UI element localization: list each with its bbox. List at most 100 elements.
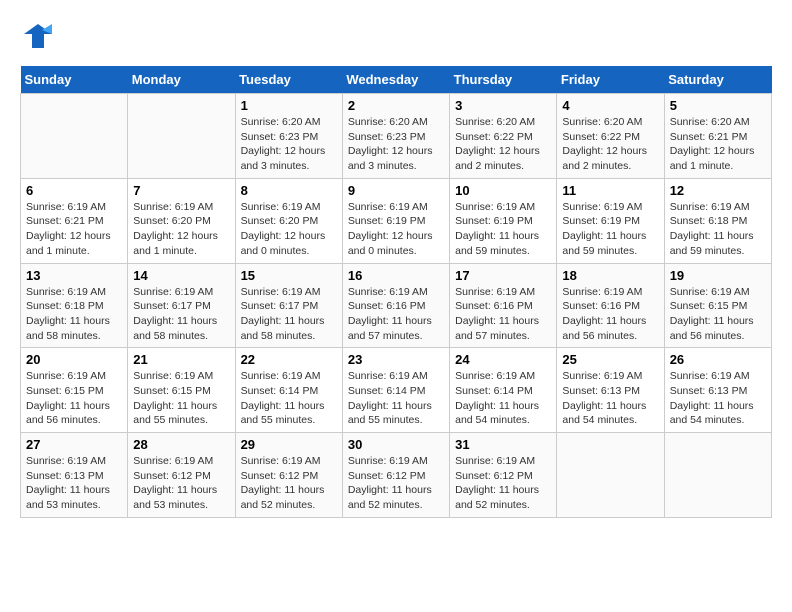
day-info: Sunrise: 6:19 AMSunset: 6:13 PMDaylight:… <box>26 454 122 513</box>
calendar-cell: 10 Sunrise: 6:19 AMSunset: 6:19 PMDayligh… <box>450 178 557 263</box>
calendar-cell: 21Sunrise: 6:19 AMSunset: 6:15 PMDayligh… <box>128 348 235 433</box>
day-info: Sunrise: 6:19 AMSunset: 6:13 PMDaylight:… <box>562 369 658 428</box>
day-number: 23 <box>348 352 444 367</box>
day-number: 21 <box>133 352 229 367</box>
day-info: Sunrise: 6:19 AMSunset: 6:16 PMDaylight:… <box>562 285 658 344</box>
day-info: Sunrise: 6:19 AMSunset: 6:20 PMDaylight:… <box>133 200 229 259</box>
day-number: 9 <box>348 183 444 198</box>
day-info: Sunrise: 6:19 AMSunset: 6:12 PMDaylight:… <box>241 454 337 513</box>
day-number: 13 <box>26 268 122 283</box>
day-info: Sunrise: 6:19 AMSunset: 6:19 PMDaylight:… <box>348 200 444 259</box>
day-info: Sunrise: 6:19 AMSunset: 6:16 PMDaylight:… <box>348 285 444 344</box>
calendar-cell: 9 Sunrise: 6:19 AMSunset: 6:19 PMDaylight… <box>342 178 449 263</box>
header-friday: Friday <box>557 66 664 94</box>
day-info: Sunrise: 6:19 AMSunset: 6:17 PMDaylight:… <box>241 285 337 344</box>
calendar-cell: 26Sunrise: 6:19 AMSunset: 6:13 PMDayligh… <box>664 348 771 433</box>
day-info: Sunrise: 6:20 AMSunset: 6:22 PMDaylight:… <box>562 115 658 174</box>
day-info: Sunrise: 6:20 AMSunset: 6:23 PMDaylight:… <box>241 115 337 174</box>
day-info: Sunrise: 6:19 AMSunset: 6:12 PMDaylight:… <box>348 454 444 513</box>
day-number: 16 <box>348 268 444 283</box>
calendar-cell <box>128 94 235 179</box>
day-number: 1 <box>241 98 337 113</box>
day-number: 24 <box>455 352 551 367</box>
day-number: 29 <box>241 437 337 452</box>
calendar-cell: 16 Sunrise: 6:19 AMSunset: 6:16 PMDayligh… <box>342 263 449 348</box>
day-number: 7 <box>133 183 229 198</box>
day-number: 18 <box>562 268 658 283</box>
day-info: Sunrise: 6:19 AMSunset: 6:14 PMDaylight:… <box>455 369 551 428</box>
day-number: 31 <box>455 437 551 452</box>
day-info: Sunrise: 6:19 AMSunset: 6:20 PMDaylight:… <box>241 200 337 259</box>
day-number: 5 <box>670 98 766 113</box>
week-row-2: 6 Sunrise: 6:19 AMSunset: 6:21 PMDaylight… <box>21 178 772 263</box>
day-number: 19 <box>670 268 766 283</box>
header-tuesday: Tuesday <box>235 66 342 94</box>
day-number: 28 <box>133 437 229 452</box>
day-number: 6 <box>26 183 122 198</box>
week-row-1: 1 Sunrise: 6:20 AMSunset: 6:23 PMDaylight… <box>21 94 772 179</box>
day-info: Sunrise: 6:20 AMSunset: 6:21 PMDaylight:… <box>670 115 766 174</box>
calendar-cell: 8 Sunrise: 6:19 AMSunset: 6:20 PMDaylight… <box>235 178 342 263</box>
day-info: Sunrise: 6:19 AMSunset: 6:16 PMDaylight:… <box>455 285 551 344</box>
day-info: Sunrise: 6:19 AMSunset: 6:14 PMDaylight:… <box>241 369 337 428</box>
day-number: 27 <box>26 437 122 452</box>
header-thursday: Thursday <box>450 66 557 94</box>
calendar-cell: 4 Sunrise: 6:20 AMSunset: 6:22 PMDaylight… <box>557 94 664 179</box>
week-row-3: 13 Sunrise: 6:19 AMSunset: 6:18 PMDayligh… <box>21 263 772 348</box>
calendar-cell: 17Sunrise: 6:19 AMSunset: 6:16 PMDayligh… <box>450 263 557 348</box>
calendar-cell: 28Sunrise: 6:19 AMSunset: 6:12 PMDayligh… <box>128 433 235 518</box>
day-number: 2 <box>348 98 444 113</box>
calendar-cell: 6 Sunrise: 6:19 AMSunset: 6:21 PMDaylight… <box>21 178 128 263</box>
calendar-cell: 23 Sunrise: 6:19 AMSunset: 6:14 PMDayligh… <box>342 348 449 433</box>
day-info: Sunrise: 6:19 AMSunset: 6:17 PMDaylight:… <box>133 285 229 344</box>
calendar-cell: 7 Sunrise: 6:19 AMSunset: 6:20 PMDaylight… <box>128 178 235 263</box>
week-row-4: 20Sunrise: 6:19 AMSunset: 6:15 PMDayligh… <box>21 348 772 433</box>
calendar-cell: 25 Sunrise: 6:19 AMSunset: 6:13 PMDayligh… <box>557 348 664 433</box>
header-sunday: Sunday <box>21 66 128 94</box>
calendar-cell: 12 Sunrise: 6:19 AMSunset: 6:18 PMDayligh… <box>664 178 771 263</box>
header-monday: Monday <box>128 66 235 94</box>
calendar-cell: 24 Sunrise: 6:19 AMSunset: 6:14 PMDayligh… <box>450 348 557 433</box>
calendar-table: SundayMondayTuesdayWednesdayThursdayFrid… <box>20 66 772 518</box>
day-info: Sunrise: 6:19 AMSunset: 6:19 PMDaylight:… <box>562 200 658 259</box>
calendar-cell: 30Sunrise: 6:19 AMSunset: 6:12 PMDayligh… <box>342 433 449 518</box>
calendar-cell <box>21 94 128 179</box>
calendar-cell: 5 Sunrise: 6:20 AMSunset: 6:21 PMDaylight… <box>664 94 771 179</box>
calendar-cell: 20Sunrise: 6:19 AMSunset: 6:15 PMDayligh… <box>21 348 128 433</box>
calendar-cell: 31 Sunrise: 6:19 AMSunset: 6:12 PMDayligh… <box>450 433 557 518</box>
calendar-cell: 13 Sunrise: 6:19 AMSunset: 6:18 PMDayligh… <box>21 263 128 348</box>
day-info: Sunrise: 6:19 AMSunset: 6:14 PMDaylight:… <box>348 369 444 428</box>
page-header <box>20 20 772 56</box>
day-info: Sunrise: 6:19 AMSunset: 6:12 PMDaylight:… <box>455 454 551 513</box>
day-info: Sunrise: 6:19 AMSunset: 6:19 PMDaylight:… <box>455 200 551 259</box>
day-info: Sunrise: 6:19 AMSunset: 6:21 PMDaylight:… <box>26 200 122 259</box>
day-number: 4 <box>562 98 658 113</box>
day-number: 11 <box>562 183 658 198</box>
calendar-cell: 1 Sunrise: 6:20 AMSunset: 6:23 PMDaylight… <box>235 94 342 179</box>
week-row-5: 27 Sunrise: 6:19 AMSunset: 6:13 PMDayligh… <box>21 433 772 518</box>
calendar-cell: 14 Sunrise: 6:19 AMSunset: 6:17 PMDayligh… <box>128 263 235 348</box>
day-number: 3 <box>455 98 551 113</box>
calendar-cell: 29 Sunrise: 6:19 AMSunset: 6:12 PMDayligh… <box>235 433 342 518</box>
calendar-cell: 11 Sunrise: 6:19 AMSunset: 6:19 PMDayligh… <box>557 178 664 263</box>
header-saturday: Saturday <box>664 66 771 94</box>
day-number: 25 <box>562 352 658 367</box>
calendar-cell: 3 Sunrise: 6:20 AMSunset: 6:22 PMDaylight… <box>450 94 557 179</box>
calendar-cell: 27 Sunrise: 6:19 AMSunset: 6:13 PMDayligh… <box>21 433 128 518</box>
day-number: 22 <box>241 352 337 367</box>
day-info: Sunrise: 6:19 AMSunset: 6:18 PMDaylight:… <box>26 285 122 344</box>
calendar-cell: 15Sunrise: 6:19 AMSunset: 6:17 PMDayligh… <box>235 263 342 348</box>
day-info: Sunrise: 6:19 AMSunset: 6:15 PMDaylight:… <box>670 285 766 344</box>
day-info: Sunrise: 6:19 AMSunset: 6:18 PMDaylight:… <box>670 200 766 259</box>
day-info: Sunrise: 6:19 AMSunset: 6:13 PMDaylight:… <box>670 369 766 428</box>
day-number: 14 <box>133 268 229 283</box>
day-number: 8 <box>241 183 337 198</box>
day-number: 12 <box>670 183 766 198</box>
day-number: 10 <box>455 183 551 198</box>
logo <box>20 20 62 56</box>
calendar-cell: 2Sunrise: 6:20 AMSunset: 6:23 PMDaylight… <box>342 94 449 179</box>
header-wednesday: Wednesday <box>342 66 449 94</box>
logo-icon <box>20 20 56 56</box>
day-info: Sunrise: 6:20 AMSunset: 6:22 PMDaylight:… <box>455 115 551 174</box>
day-info: Sunrise: 6:19 AMSunset: 6:15 PMDaylight:… <box>26 369 122 428</box>
